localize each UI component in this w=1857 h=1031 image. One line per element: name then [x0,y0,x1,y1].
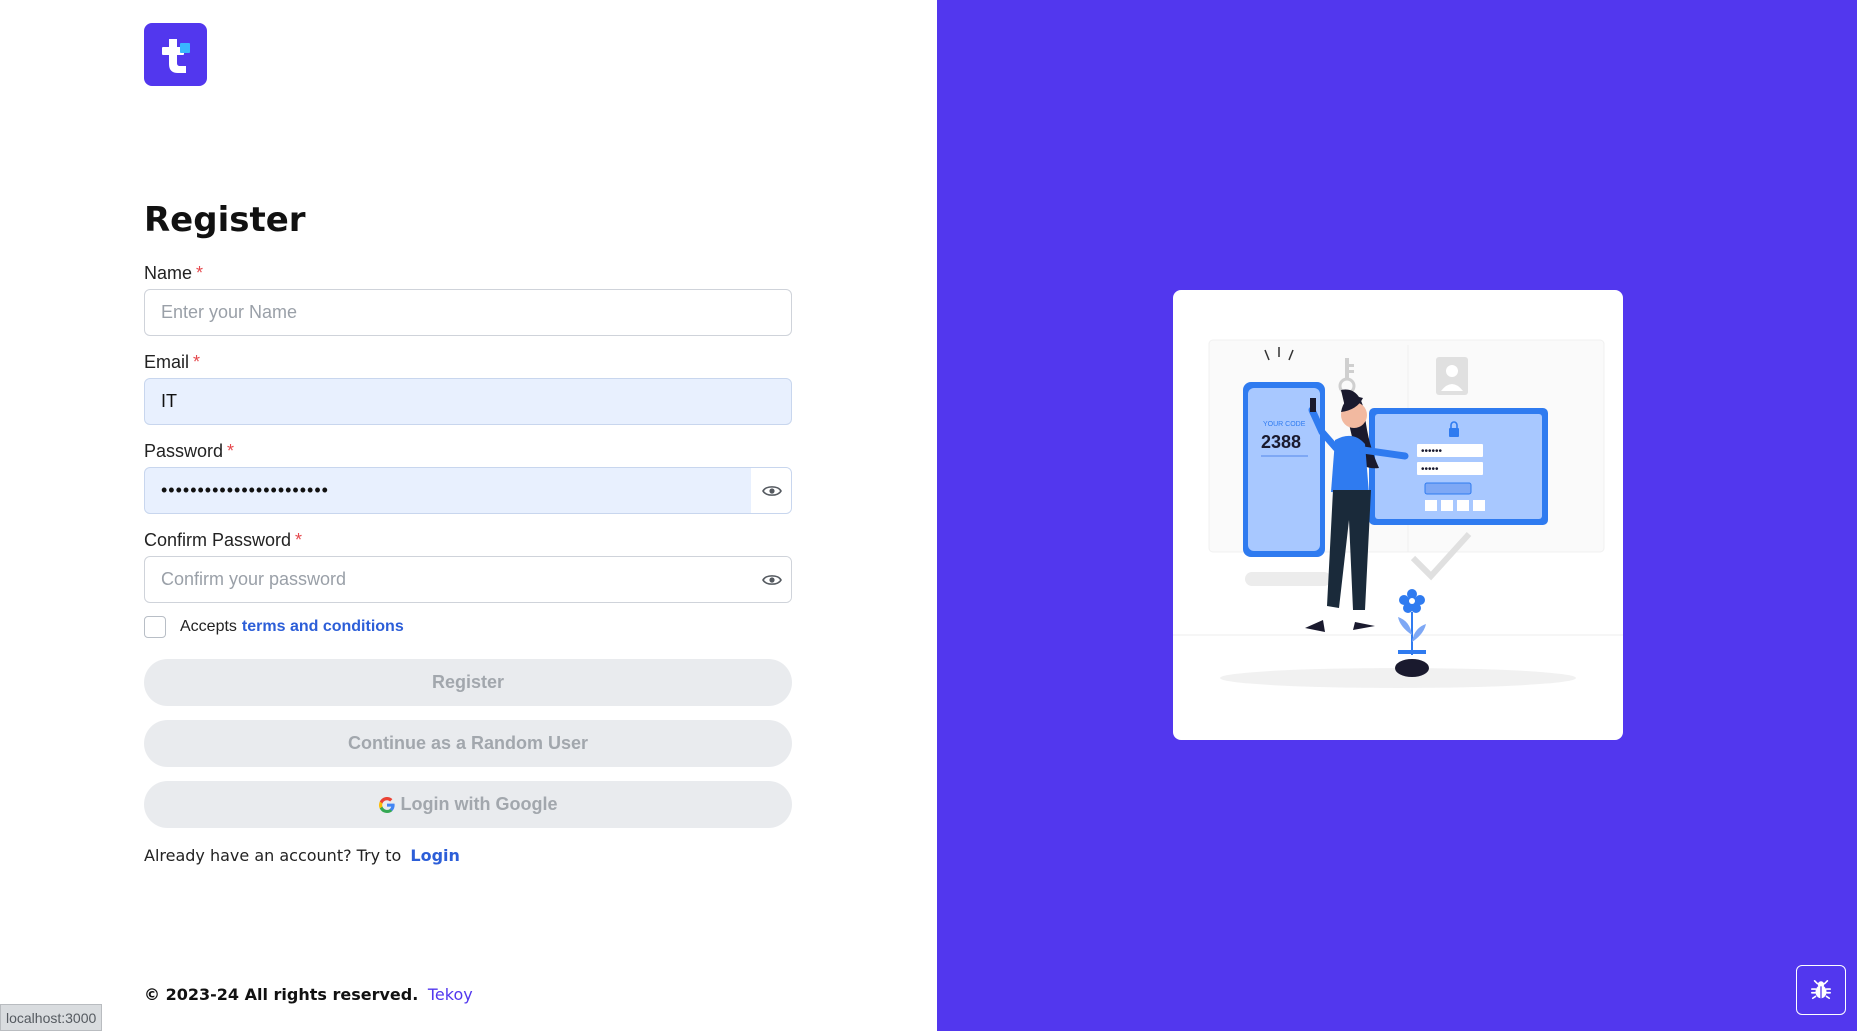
eye-icon [761,485,782,496]
required-marker: * [227,441,235,461]
bug-icon [1811,980,1831,1000]
register-button-label: Register [431,672,505,692]
terms-checkbox[interactable] [144,616,166,638]
password-field[interactable] [144,467,792,514]
google-login-button[interactable]: Login with Google [144,781,792,828]
name-field[interactable] [144,289,792,336]
password-input[interactable] [145,468,751,513]
right-panel: YOUR CODE 2388 •••••• ••••• [937,0,1857,1031]
confirm-password-label: Confirm Password * [144,530,302,551]
footer-brand-link[interactable]: Tekoy [428,985,473,1004]
confirm-password-input[interactable] [145,557,751,602]
tekoy-logo-icon [161,38,190,73]
email-label-text: Email [144,352,190,372]
email-input[interactable] [145,379,791,424]
footer: © 2023-24 All rights reserved. Tekoy [144,985,473,1004]
password-label-text: Password [144,441,224,461]
name-label-text: Name [144,263,193,283]
register-page: Register Name* Email* Password* [0,0,1857,1031]
required-marker: * [193,352,201,372]
browser-status-bar: localhost:3000 [0,1004,103,1031]
illus-password-2: ••••• [1421,464,1439,475]
copyright-text: © 2023-24 All rights reserved. [144,985,419,1004]
password-visibility-toggle[interactable] [751,468,791,513]
security-illustration: YOUR CODE 2388 •••••• ••••• [1173,339,1623,688]
name-input[interactable] [145,290,791,335]
confirm-password-visibility-toggle[interactable] [751,557,791,602]
password-label: Password * [144,441,234,462]
confirm-password-field[interactable] [144,556,792,603]
google-button-label: Login with Google [400,794,558,814]
random-user-button-label: Continue as a Random User [347,733,589,753]
login-link[interactable]: Login [410,846,460,865]
page-title: Register [144,200,306,240]
register-button[interactable]: Register [144,659,792,706]
debug-button[interactable] [1796,965,1846,1015]
illus-code-label: YOUR CODE [1263,421,1306,428]
confirm-password-label-text: Confirm Password [144,530,292,550]
terms-link[interactable]: terms and conditions [242,618,404,636]
terms-row: Accepts terms and conditions [144,616,404,638]
email-label: Email * [144,352,200,373]
illustration-card: YOUR CODE 2388 •••••• ••••• [1173,290,1623,740]
google-icon [378,796,395,813]
required-marker: * [295,530,303,550]
required-marker: * [196,263,204,283]
login-prompt: Already have an account? Try to Login [144,846,460,865]
app-logo[interactable] [144,23,207,86]
login-prompt-text: Already have an account? Try to [144,846,402,865]
illus-password-1: •••••• [1421,446,1443,457]
eye-icon [761,574,782,585]
email-field[interactable] [144,378,792,425]
illus-code: 2388 [1261,432,1301,452]
terms-prefix: Accepts [180,618,237,635]
random-user-button[interactable]: Continue as a Random User [144,720,792,767]
status-url: localhost:3000 [6,1009,97,1026]
name-label: Name * [144,263,203,284]
left-panel: Register Name* Email* Password* [0,0,937,1031]
